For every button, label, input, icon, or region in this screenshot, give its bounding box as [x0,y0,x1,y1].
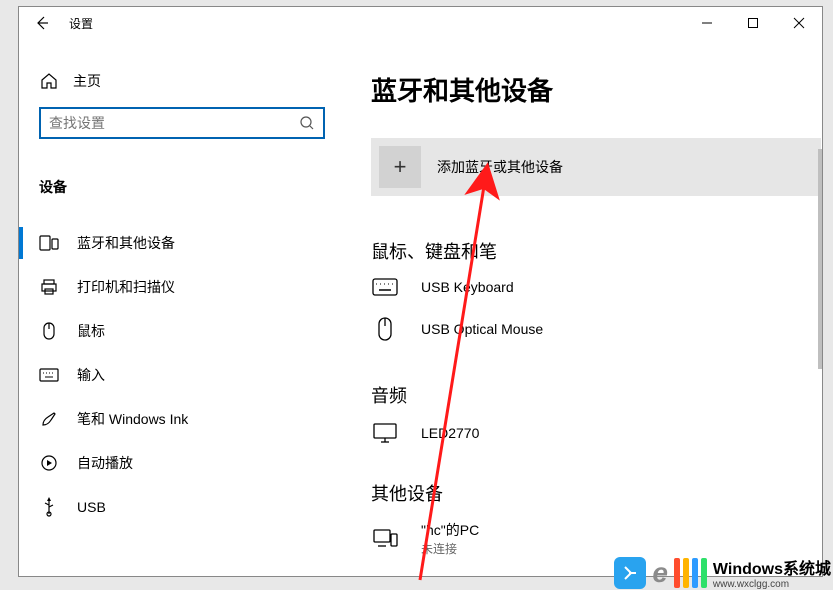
plus-icon: + [379,146,421,188]
arrow-left-icon [34,15,50,31]
close-button[interactable] [776,7,822,39]
titlebar: 设置 [19,7,822,39]
add-device-label: 添加蓝牙或其他设备 [437,157,563,177]
scrollbar[interactable] [818,149,822,369]
home-label: 主页 [73,71,101,91]
autoplay-icon [39,453,59,473]
sidebar-item-label: 蓝牙和其他设备 [77,233,175,253]
sidebar-item-label: 输入 [77,365,105,385]
search-icon [299,115,315,131]
watermark-badge-icon [614,557,646,589]
sidebar-item-label: 自动播放 [77,453,133,473]
window-controls [684,7,822,39]
maximize-button[interactable] [730,7,776,39]
sidebar-item-printers[interactable]: 打印机和扫描仪 [19,265,339,309]
minimize-button[interactable] [684,7,730,39]
sidebar-item-typing[interactable]: 输入 [19,353,339,397]
device-name: "hc"的PC [421,520,479,540]
device-name: USB Optical Mouse [421,321,543,337]
add-device-button[interactable]: + 添加蓝牙或其他设备 [371,138,821,196]
sidebar-item-usb[interactable]: USB [19,485,339,529]
device-name: USB Keyboard [421,279,514,295]
device-row[interactable]: USB Keyboard [371,278,812,296]
devices-icon [39,233,59,253]
section-title-mouse-keyboard-pen: 鼠标、键盘和笔 [371,238,812,264]
sidebar-nav: 蓝牙和其他设备 打印机和扫描仪 鼠标 [19,207,339,529]
sidebar-item-autoplay[interactable]: 自动播放 [19,441,339,485]
body: 主页 设备 蓝牙和其他设备 [19,39,822,576]
watermark-url: www.wxclgg.com [713,579,831,590]
device-row[interactable]: "hc"的PC 未连接 [371,520,812,557]
device-name: LED2770 [421,425,479,441]
mouse-icon [371,316,399,342]
device-row[interactable]: LED2770 [371,422,812,444]
search-wrap [19,99,339,149]
section-title-other: 其他设备 [371,480,812,506]
close-icon [793,17,805,29]
device-row[interactable]: USB Optical Mouse [371,316,812,342]
mouse-icon [39,321,59,341]
keyboard-icon [39,365,59,385]
watermark-glyph: e [652,557,668,589]
printer-icon [39,277,59,297]
sidebar-item-label: USB [77,499,106,515]
minimize-icon [701,17,713,29]
sidebar-item-label: 笔和 Windows Ink [77,409,188,429]
maximize-icon [747,17,759,29]
section-title-audio: 音频 [371,382,812,408]
search-box[interactable] [39,107,325,139]
sidebar-item-label: 鼠标 [77,321,105,341]
watermark-brand: Windows系统城 [713,555,831,579]
main-content: 蓝牙和其他设备 + 添加蓝牙或其他设备 鼠标、键盘和笔 USB Keyboard… [339,39,822,576]
keyboard-icon [371,278,399,296]
home-nav[interactable]: 主页 [19,63,339,99]
watermark-stripes-icon [674,558,707,588]
sidebar-group-header: 设备 [19,149,339,207]
sidebar: 主页 设备 蓝牙和其他设备 [19,39,339,576]
watermark: e Windows系统城 www.wxclgg.com [614,555,831,590]
device-status: 未连接 [421,540,479,557]
pc-icon [371,528,399,550]
sidebar-item-pen[interactable]: 笔和 Windows Ink [19,397,339,441]
window-title: 设置 [69,15,93,32]
watermark-text: Windows系统城 www.wxclgg.com [713,555,831,590]
search-input[interactable] [49,115,299,131]
monitor-icon [371,422,399,444]
usb-icon [39,497,59,517]
sidebar-item-bluetooth[interactable]: 蓝牙和其他设备 [19,221,339,265]
device-info: "hc"的PC 未连接 [421,520,479,557]
back-button[interactable] [19,7,65,39]
sidebar-item-mouse[interactable]: 鼠标 [19,309,339,353]
home-icon [39,71,59,91]
pen-icon [39,409,59,429]
sidebar-item-label: 打印机和扫描仪 [77,277,175,297]
settings-window: 设置 主页 [18,6,823,577]
page-title: 蓝牙和其他设备 [371,71,812,108]
